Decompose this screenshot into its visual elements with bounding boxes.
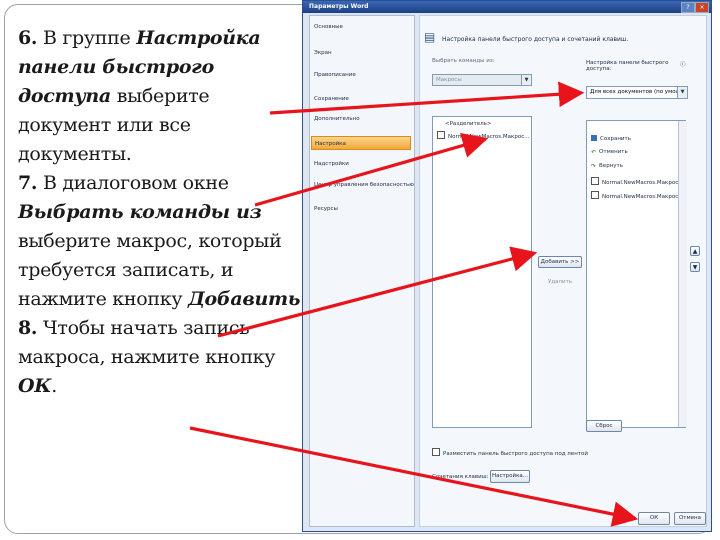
macro-icon [591, 177, 599, 185]
checkbox-label: Разместить панель быстрого доступа под л… [443, 451, 588, 457]
list-item[interactable]: Normal.NewMacros.Макрос [591, 191, 678, 200]
step-emphasis: ОК [18, 375, 52, 397]
customize-panel: ▤ Настройка панели быстрого доступа и со… [419, 15, 707, 527]
reset-button[interactable]: Сброс [586, 420, 622, 432]
quick-access-toolbar-list: Сохранить ↶ Отменить ↷ Вернуть Normal.NewM… [586, 120, 686, 428]
shortcut-label: Сочетания клавиш: [432, 474, 489, 480]
panel-heading: Настройка панели быстрого доступа и соче… [442, 36, 629, 43]
cancel-button[interactable]: Отмена [674, 512, 706, 525]
list-item-label: Сохранить [600, 136, 631, 142]
list-item-label: Отменить [599, 149, 628, 155]
keyboard-shortcuts-button[interactable]: Настройка... [490, 470, 530, 483]
step-text: В группе [37, 27, 137, 49]
options-nav: Основные Экран Правописание Сохранение Д… [309, 15, 415, 527]
step-number: 6. [18, 27, 38, 49]
macro-icon [591, 191, 599, 199]
choose-commands-select[interactable]: Макросы ▼ [432, 74, 532, 86]
nav-item-resources[interactable]: Ресурсы [314, 206, 338, 212]
add-button[interactable]: Добавить >> [538, 256, 582, 268]
nav-item-addins[interactable]: Надстройки [314, 161, 349, 167]
list-item[interactable]: Normal.NewMacros.Макрос... [437, 131, 529, 140]
choose-commands-label: Выбрать команды из: [432, 58, 495, 64]
instructions-text: 6. В группе Настройка панели быстрого до… [18, 24, 308, 401]
step-number: 8. [18, 317, 38, 339]
step-7: 7. В диалоговом окне Выбрать команды из … [18, 169, 308, 314]
customize-toolbar-label: Настройка панели быстрого доступа: [586, 60, 669, 72]
list-item[interactable]: <Разделитель> [445, 121, 491, 127]
nav-item-general[interactable]: Основные [314, 24, 343, 30]
macro-icon [437, 131, 445, 139]
undo-icon: ↶ [591, 149, 597, 156]
step-6: 6. В группе Настройка панели быстрого до… [18, 24, 308, 169]
available-commands-list: <Разделитель> Normal.NewMacros.Макрос... [432, 116, 532, 428]
info-icon: ⓘ [680, 62, 686, 68]
list-item[interactable]: Normal.NewMacros.Макрос1 [591, 177, 682, 186]
choose-commands-value: Макросы [436, 77, 462, 83]
list-item-label: Normal.NewMacros.Макрос1 [602, 180, 682, 186]
step-emphasis: Выбрать команды из [18, 201, 262, 223]
step-emphasis: Добавить [187, 288, 301, 310]
nav-item-customize[interactable]: Настройка [311, 136, 411, 150]
step-text: Чтобы начать запись макроса, нажмите кно… [18, 317, 276, 368]
dialog-title: Параметры Word [309, 3, 369, 10]
close-icon[interactable]: × [695, 2, 709, 13]
list-item-label: Normal.NewMacros.Макрос... [448, 134, 530, 140]
nav-item-trust-center[interactable]: Центр управления безопасностью [314, 182, 414, 188]
list-item-label: Normal.NewMacros.Макрос [602, 194, 679, 200]
step-text: . [51, 375, 57, 397]
move-down-icon[interactable]: ▼ [690, 262, 700, 272]
move-up-icon[interactable]: ▲ [690, 246, 700, 256]
save-icon [591, 135, 597, 141]
list-item[interactable]: Сохранить [591, 135, 631, 142]
nav-item-proofing[interactable]: Правописание [314, 72, 356, 78]
remove-button[interactable]: Удалить [538, 276, 582, 288]
chevron-down-icon: ▼ [521, 75, 531, 85]
word-options-dialog: Параметры Word ? × Основные Экран Правоп… [302, 0, 712, 532]
dialog-title-bar: Параметры Word ? × [303, 1, 711, 13]
step-8: 8. Чтобы начать запись макроса, нажмите … [18, 314, 308, 401]
list-item[interactable]: ↷ Вернуть [591, 163, 623, 170]
nav-item-save[interactable]: Сохранение [314, 96, 349, 102]
step-number: 7. [18, 172, 38, 194]
checkbox-box[interactable] [432, 448, 440, 456]
list-scrollbar[interactable] [678, 121, 687, 427]
customize-toolbar-select[interactable]: Для всех документов (по умолч... ▼ [586, 86, 688, 99]
place-below-ribbon-checkbox[interactable]: Разместить панель быстрого доступа под л… [432, 448, 588, 457]
step-text: В диалоговом окне [37, 172, 229, 194]
list-item-label: Вернуть [599, 163, 623, 169]
list-item[interactable]: ↶ Отменить [591, 149, 628, 156]
chevron-down-icon: ▼ [677, 87, 687, 98]
customize-icon: ▤ [424, 30, 436, 44]
ok-button[interactable]: ОК [638, 512, 670, 525]
redo-icon: ↷ [591, 163, 597, 170]
nav-item-advanced[interactable]: Дополнительно [314, 116, 360, 122]
help-icon[interactable]: ? [681, 2, 695, 13]
nav-item-display[interactable]: Экран [314, 50, 332, 56]
customize-toolbar-value: Для всех документов (по умолч... [590, 89, 688, 95]
